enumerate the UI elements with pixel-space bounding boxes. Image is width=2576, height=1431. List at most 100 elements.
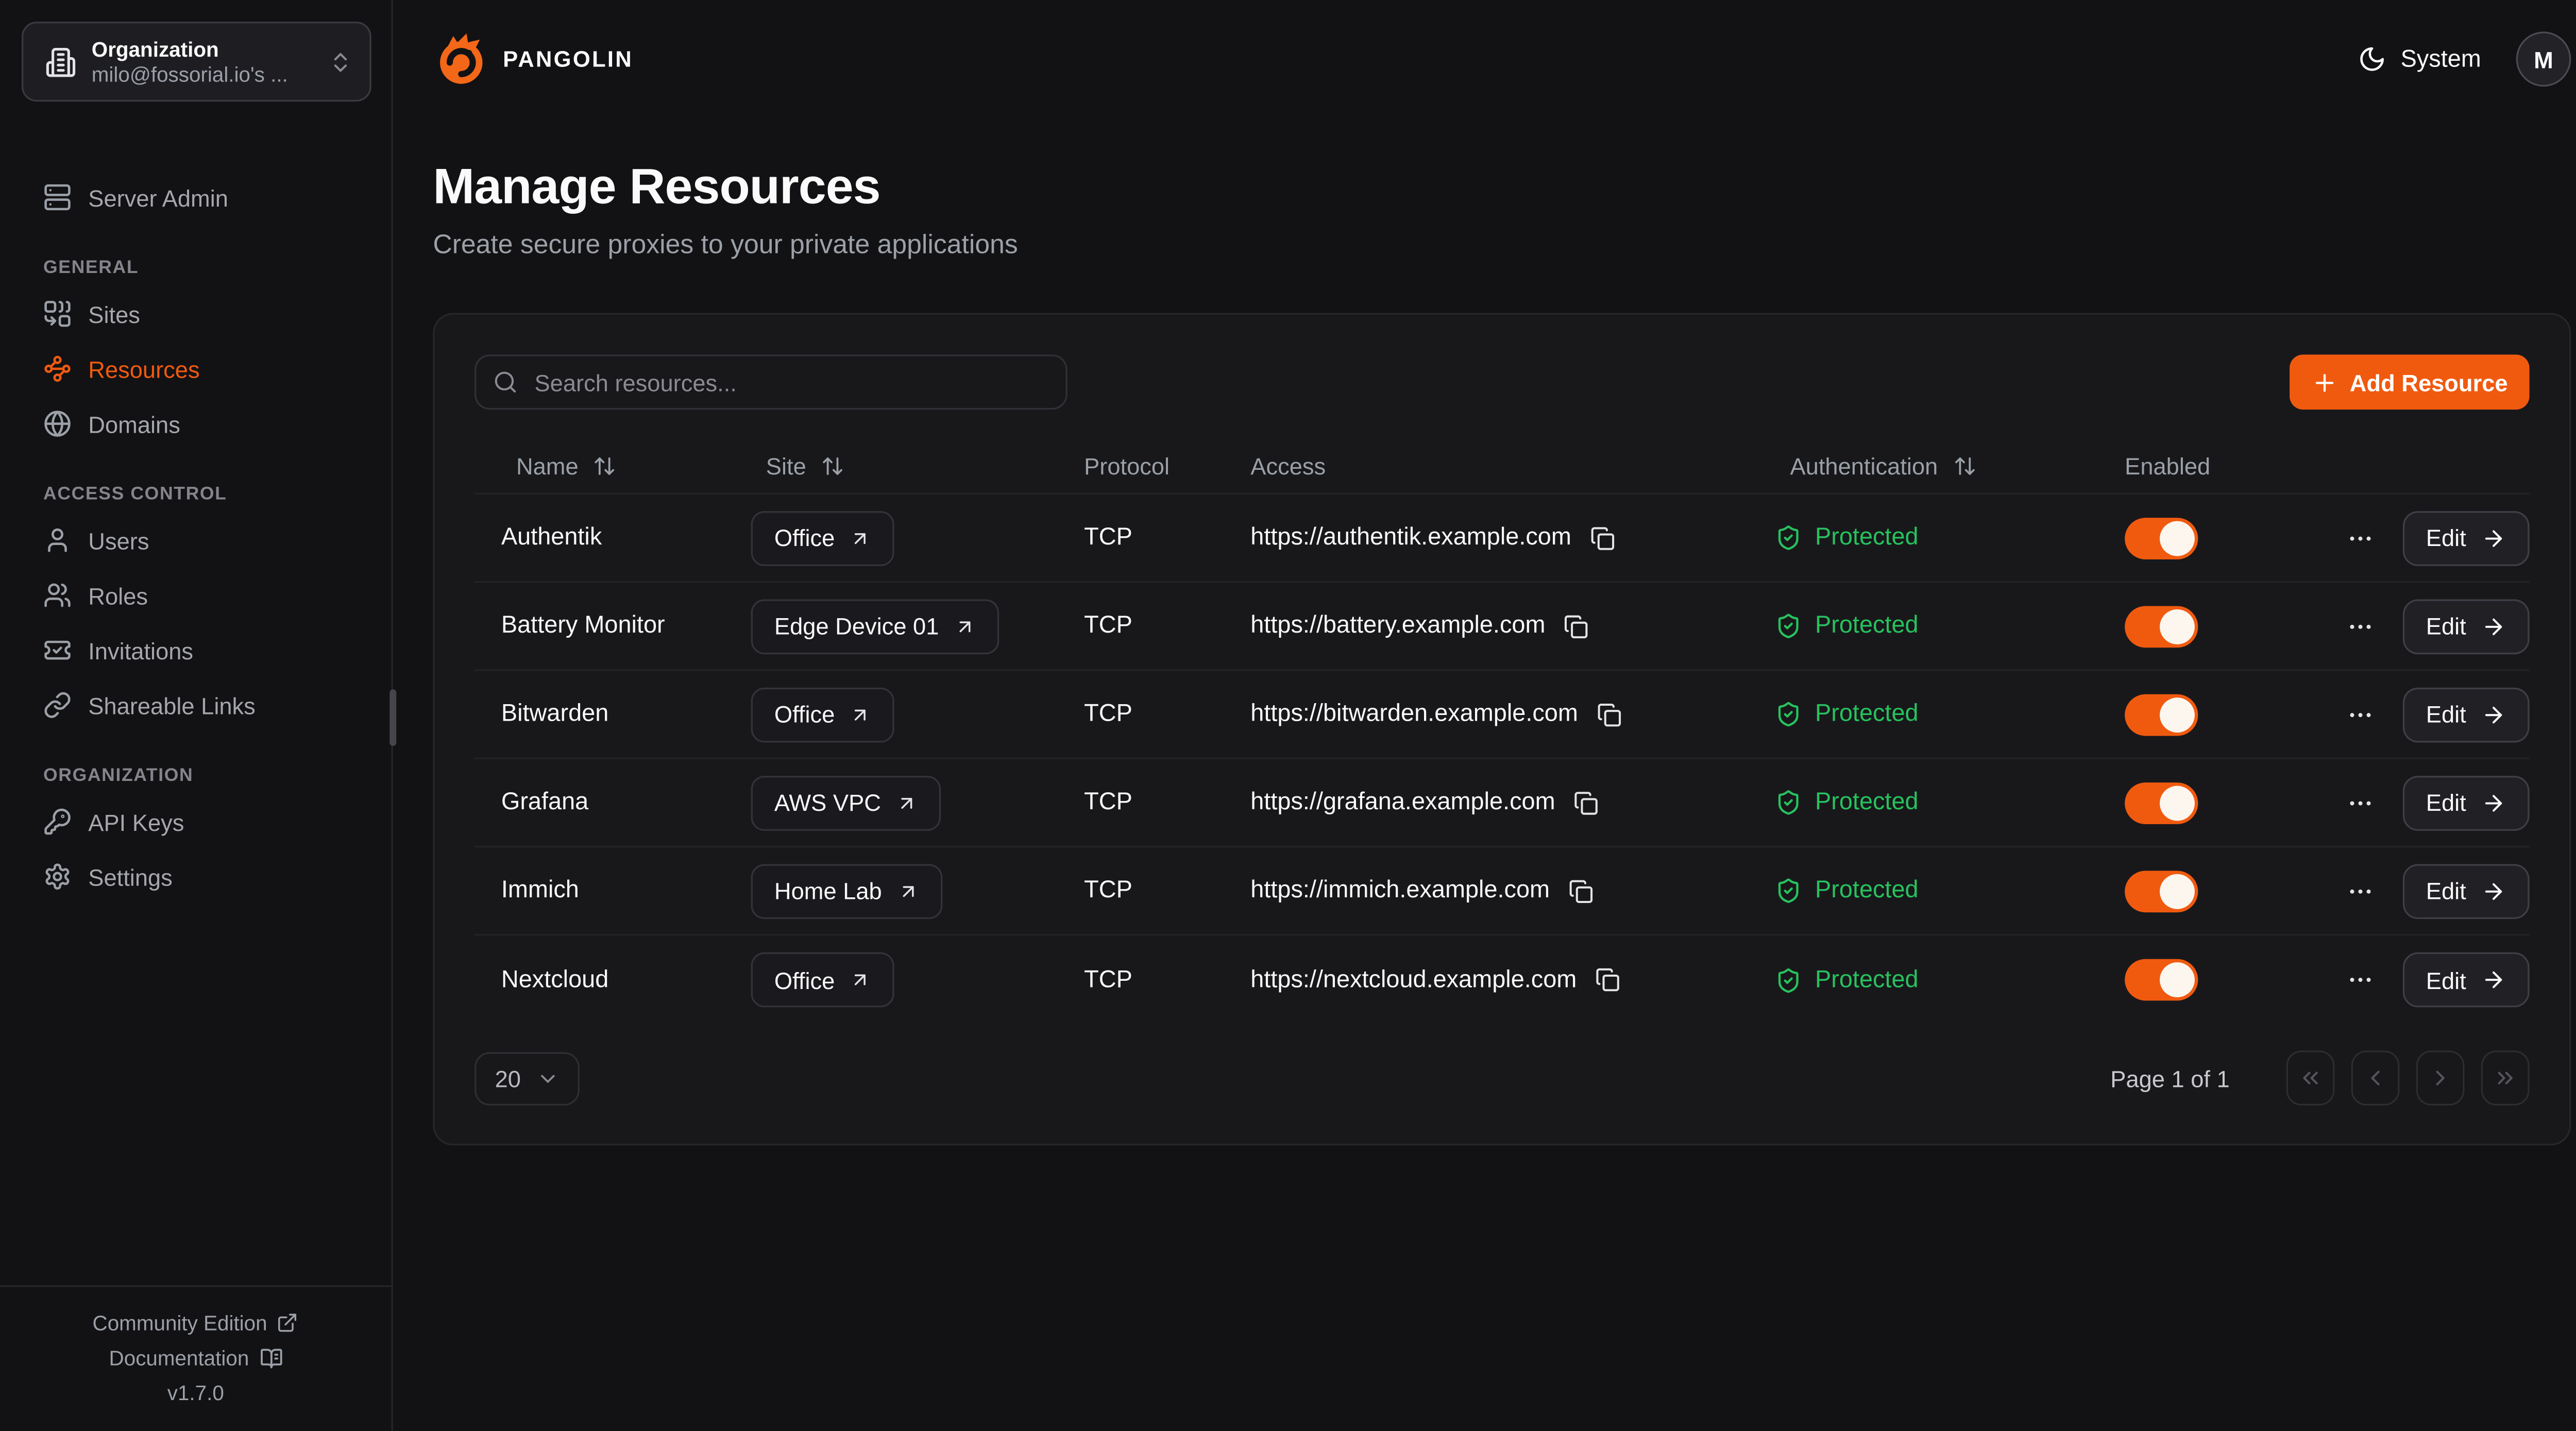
shield-check-icon (1775, 612, 1802, 639)
resources-table: Name Site Protocol Access Authenticati (474, 438, 2529, 1024)
ellipsis-icon (2346, 523, 2375, 552)
site-link-button[interactable]: Office (751, 510, 895, 566)
sidebar-section-organization: ORGANIZATION (22, 766, 370, 786)
row-menu-button[interactable] (2340, 517, 2381, 559)
pangolin-logo-icon (433, 31, 489, 88)
edit-button[interactable]: Edit (2403, 775, 2530, 830)
next-page-button[interactable] (2416, 1050, 2465, 1105)
table-row: Immich Home Lab TCP https://immich.examp… (474, 847, 2529, 935)
documentation-link[interactable]: Documentation (109, 1346, 282, 1369)
last-page-button[interactable] (2481, 1050, 2530, 1105)
org-switcher-title: Organization (92, 38, 313, 61)
row-menu-button[interactable] (2340, 781, 2381, 823)
waypoints-icon (43, 354, 72, 383)
edit-button[interactable]: Edit (2403, 599, 2530, 654)
site-link-button[interactable]: Office (751, 952, 895, 1008)
sidebar-item-sites[interactable]: Sites (22, 286, 370, 342)
resource-url: https://nextcloud.example.com (1250, 966, 1577, 993)
page-size-select[interactable]: 20 (474, 1051, 580, 1104)
add-resource-button[interactable]: Add Resource (2290, 354, 2529, 410)
resource-protocol: TCP (1084, 612, 1132, 639)
table-footer: 20 Page 1 of 1 (474, 1050, 2529, 1105)
theme-label: System (2401, 46, 2481, 73)
shield-check-icon (1775, 789, 1802, 816)
site-link-button[interactable]: AWS VPC (751, 775, 941, 830)
ellipsis-icon (2346, 966, 2375, 994)
sidebar-section-general: GENERAL (22, 258, 370, 278)
avatar[interactable]: M (2516, 31, 2571, 87)
user-icon (43, 526, 72, 554)
resource-url: https://immich.example.com (1250, 877, 1550, 904)
sidebar-item-api-keys[interactable]: API Keys (22, 794, 370, 849)
resource-name: Nextcloud (501, 966, 608, 993)
arrow-up-right-icon (850, 704, 871, 725)
sidebar-item-label: Sites (88, 300, 140, 327)
first-page-button[interactable] (2286, 1050, 2335, 1105)
copy-url-button[interactable] (1589, 525, 1614, 550)
sidebar-resize-handle[interactable] (389, 689, 396, 746)
book-open-icon (259, 1346, 282, 1369)
copy-url-button[interactable] (1595, 967, 1620, 992)
sidebar-item-label: Domains (88, 411, 180, 437)
ellipsis-icon (2346, 612, 2375, 640)
link-icon (43, 691, 72, 719)
sidebar-item-settings[interactable]: Settings (22, 849, 370, 904)
org-switcher[interactable]: Organization milo@fossorial.io's ... (22, 22, 371, 101)
row-menu-button[interactable] (2340, 959, 2381, 1001)
copy-icon (1589, 525, 1614, 550)
sidebar-item-users[interactable]: Users (22, 513, 370, 568)
copy-url-button[interactable] (1596, 702, 1621, 726)
enabled-toggle[interactable] (2125, 605, 2198, 647)
copy-url-button[interactable] (1573, 790, 1598, 815)
shield-check-icon (1775, 877, 1802, 904)
sidebar-nav: Server Admin GENERAL Sites Resources Dom… (0, 123, 392, 1285)
enabled-toggle[interactable] (2125, 781, 2198, 823)
topbar: PANGOLIN System M (433, 31, 2571, 87)
resources-card: Add Resource Name Site Protocol (433, 313, 2571, 1146)
copy-url-button[interactable] (1564, 614, 1588, 638)
row-menu-button[interactable] (2340, 605, 2381, 647)
arrow-right-icon (2481, 702, 2506, 726)
resource-name: Immich (501, 877, 579, 904)
edit-button[interactable]: Edit (2403, 510, 2530, 566)
theme-toggle-button[interactable]: System (2358, 45, 2481, 73)
gear-icon (43, 862, 72, 891)
community-edition-link[interactable]: Community Edition (93, 1311, 299, 1335)
enabled-toggle[interactable] (2125, 870, 2198, 912)
row-menu-button[interactable] (2340, 870, 2381, 912)
column-header-name[interactable]: Name (474, 452, 724, 479)
column-header-authentication[interactable]: Authentication (1749, 452, 2098, 479)
search-input[interactable] (474, 354, 1067, 410)
arrow-right-icon (2481, 614, 2506, 638)
resource-protocol: TCP (1084, 966, 1132, 993)
enabled-toggle[interactable] (2125, 517, 2198, 559)
auth-status-badge: Protected (1775, 789, 1918, 816)
row-menu-button[interactable] (2340, 693, 2381, 735)
chevrons-up-down-icon (328, 49, 353, 74)
site-link-button[interactable]: Office (751, 687, 895, 742)
external-link-icon (277, 1312, 299, 1334)
site-link-button[interactable]: Home Lab (751, 863, 942, 918)
edit-button[interactable]: Edit (2403, 863, 2530, 918)
sidebar-item-roles[interactable]: Roles (22, 568, 370, 623)
sidebar-item-shareable-links[interactable]: Shareable Links (22, 677, 370, 732)
chevron-down-icon (536, 1066, 559, 1089)
sidebar-item-invitations[interactable]: Invitations (22, 623, 370, 678)
server-icon (43, 183, 72, 212)
sidebar-item-resources[interactable]: Resources (22, 342, 370, 397)
edit-button[interactable]: Edit (2403, 952, 2530, 1008)
enabled-toggle[interactable] (2125, 693, 2198, 735)
site-link-button[interactable]: Edge Device 01 (751, 599, 999, 654)
enabled-toggle[interactable] (2125, 959, 2198, 1001)
auth-status-badge: Protected (1775, 612, 1918, 639)
brand-logo[interactable]: PANGOLIN (433, 31, 633, 88)
globe-icon (43, 410, 72, 438)
previous-page-button[interactable] (2351, 1050, 2400, 1105)
copy-url-button[interactable] (1568, 878, 1593, 903)
column-header-site[interactable]: Site (724, 452, 1057, 479)
sidebar-item-server-admin[interactable]: Server Admin (22, 170, 370, 225)
brand-name: PANGOLIN (503, 46, 633, 71)
table-row: Grafana AWS VPC TCP https://grafana.exam… (474, 759, 2529, 847)
edit-button[interactable]: Edit (2403, 687, 2530, 742)
sidebar-item-domains[interactable]: Domains (22, 396, 370, 451)
